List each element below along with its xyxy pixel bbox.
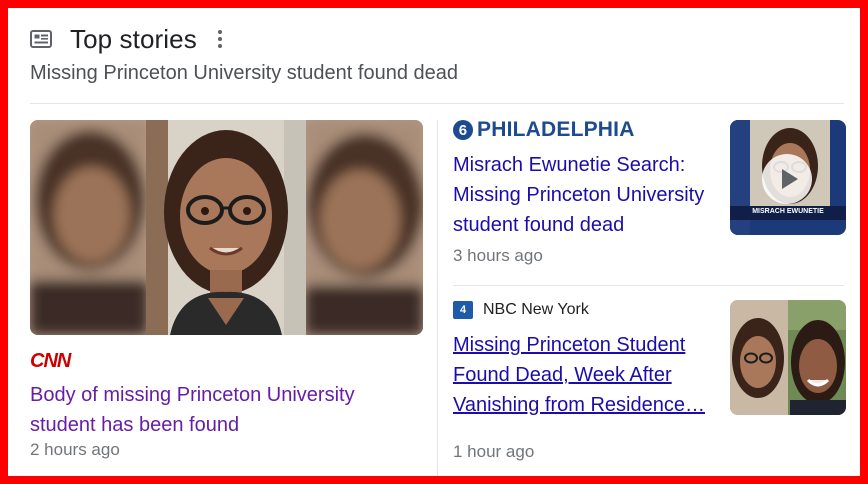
section-title: Top stories	[70, 23, 197, 54]
story-card-1[interactable]: 6 PHILADELPHIA Misrach Ewunetie Search: …	[453, 118, 715, 266]
story-2-time: 1 hour ago	[453, 442, 535, 461]
more-options-icon[interactable]	[217, 30, 223, 48]
abc-philadelphia-logo: 6 PHILADELPHIA	[453, 118, 635, 142]
lead-story-image[interactable]	[30, 120, 423, 335]
story-2-source-name: NBC New York	[483, 301, 589, 318]
story-1-time: 3 hours ago	[453, 246, 543, 265]
header-divider	[30, 103, 844, 104]
story-1-headline[interactable]: Misrach Ewunetie Search: Missing Princet…	[453, 150, 715, 240]
thumb-caption: MISRACH EWUNETIE	[752, 208, 824, 215]
story-divider	[453, 285, 844, 286]
lead-story-headline[interactable]: Body of missing Princeton University stu…	[30, 380, 410, 440]
lead-story-time: 2 hours ago	[30, 440, 120, 459]
story-card-2[interactable]: 4 NBC New York Missing Princeton Student…	[453, 298, 715, 462]
cnn-logo: CNN	[30, 350, 71, 372]
story-2-headline[interactable]: Missing Princeton Student Found Dead, We…	[453, 330, 715, 420]
story-2-source: 4 NBC New York	[453, 298, 715, 322]
nbc-logo-icon: 4	[453, 301, 473, 319]
newspaper-icon	[30, 30, 52, 48]
story-1-thumbnail[interactable]: MISRACH EWUNETIE	[730, 120, 846, 235]
story-1-source: 6 PHILADELPHIA	[453, 118, 715, 142]
lead-story-card[interactable]	[30, 120, 423, 335]
top-stories-header: Top stories	[30, 22, 223, 56]
query-subtitle: Missing Princeton University student fou…	[30, 62, 459, 84]
column-divider	[437, 120, 438, 476]
play-button-icon[interactable]	[762, 154, 812, 204]
story-2-thumbnail[interactable]	[730, 300, 846, 415]
